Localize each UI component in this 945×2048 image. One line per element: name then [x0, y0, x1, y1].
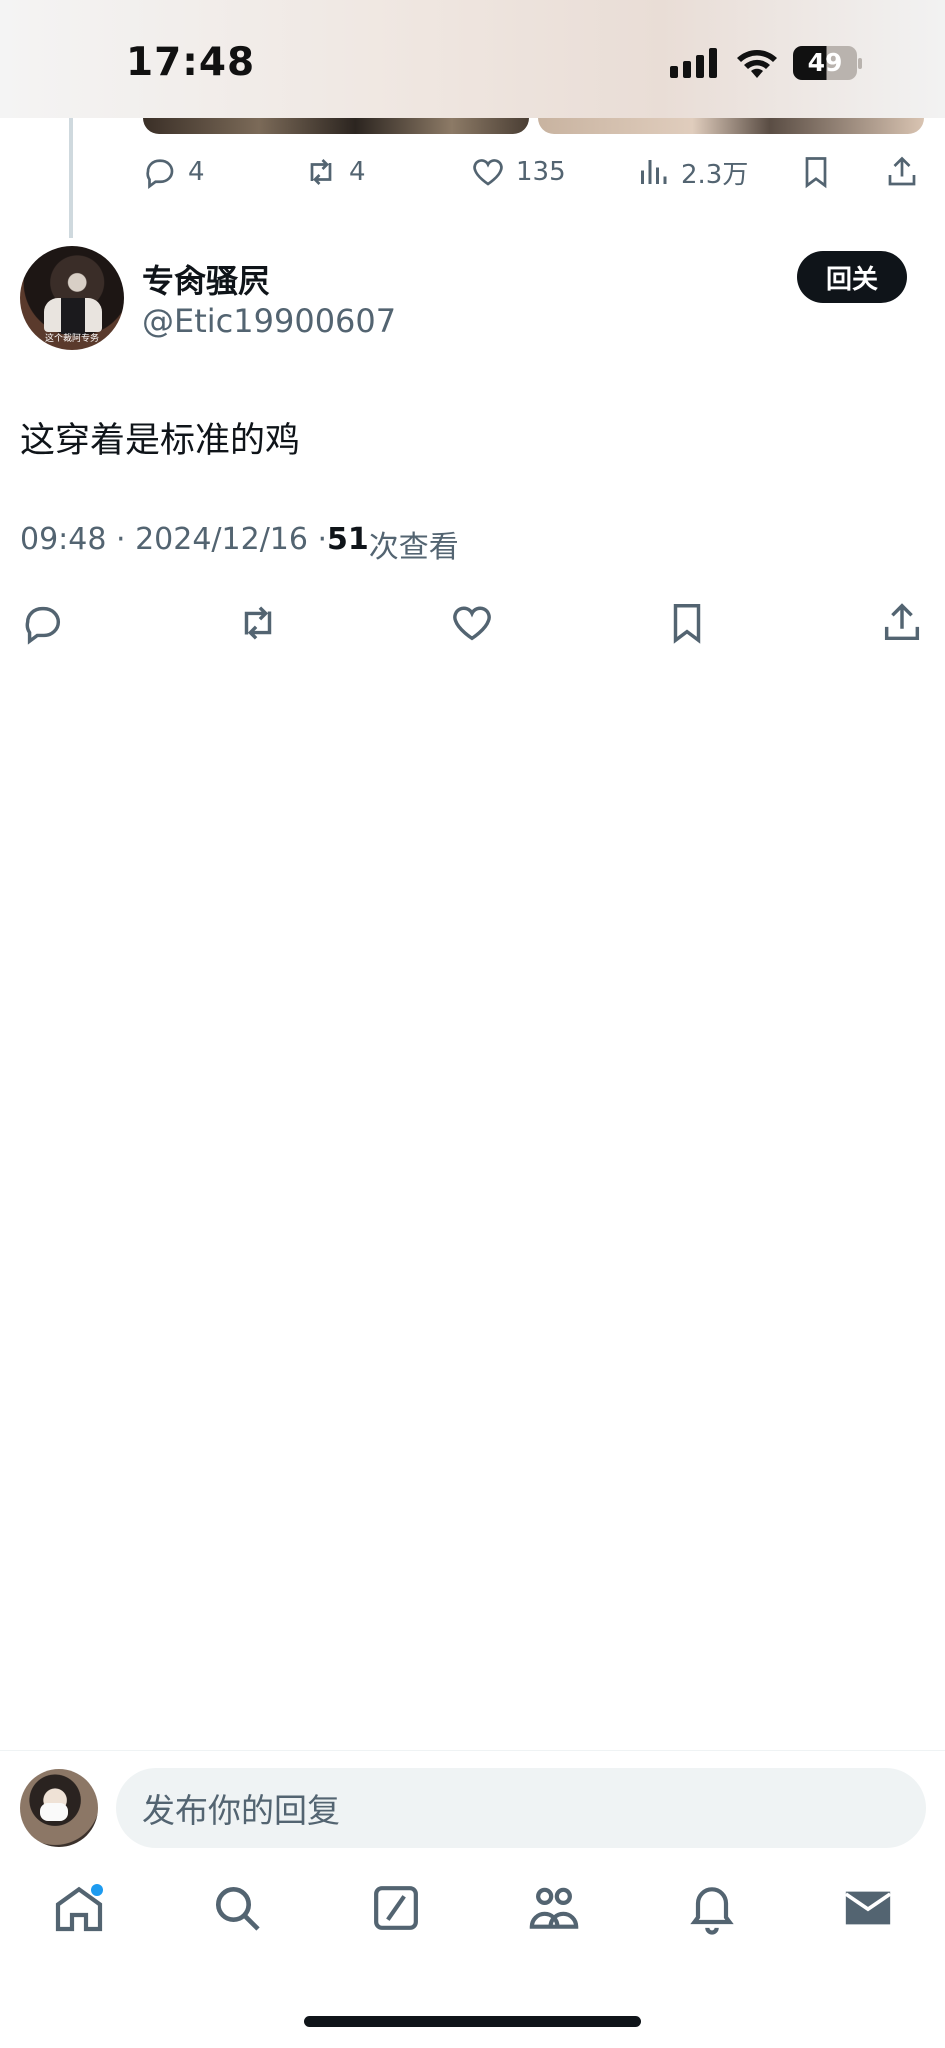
tweet-meta: 09:48 · 2024/12/16 · 51 次查看	[20, 522, 459, 566]
heart-icon	[473, 159, 503, 186]
home-indicator[interactable]	[304, 2016, 641, 2027]
grok-icon	[374, 1886, 418, 1930]
current-user-avatar[interactable]	[20, 1769, 98, 1847]
previous-reply-count: 4	[188, 157, 205, 187]
communities-icon	[529, 1887, 579, 1929]
author-avatar[interactable]: 这个裁阿专务	[20, 246, 124, 350]
retweet-button[interactable]	[235, 600, 281, 646]
nav-messages[interactable]	[840, 1880, 896, 1936]
author-handle[interactable]: @Etic19900607	[142, 302, 396, 340]
follow-back-button[interactable]: 回关	[797, 251, 907, 303]
battery-level: 49	[807, 48, 843, 77]
tweet-text: 这穿着是标准的鸡	[20, 421, 301, 461]
previous-like-button[interactable]: 135	[470, 150, 566, 194]
share-icon	[888, 156, 916, 186]
author-name[interactable]: 专肏骚屄	[142, 256, 270, 302]
previous-views-count: 2.3万	[681, 159, 749, 190]
reply-icon	[25, 606, 60, 645]
bell-icon	[690, 1887, 734, 1935]
heart-icon	[453, 606, 491, 641]
tweet-timestamp[interactable]: 09:48 · 2024/12/16 ·	[20, 522, 327, 566]
reply-icon	[146, 159, 174, 189]
previous-tweet-media-2[interactable]	[538, 118, 924, 134]
previous-tweet-media-1[interactable]	[143, 118, 529, 134]
previous-retweet-count: 4	[349, 157, 366, 187]
analytics-icon	[641, 160, 667, 184]
bookmark-icon	[673, 604, 701, 644]
retweet-icon	[310, 159, 332, 185]
nav-communities[interactable]	[526, 1880, 582, 1936]
status-bar: 17:48 49	[0, 0, 945, 118]
composer-divider	[0, 1750, 945, 1751]
share-button[interactable]	[879, 600, 925, 646]
previous-share-button[interactable]	[884, 150, 920, 194]
like-button[interactable]	[449, 600, 495, 646]
envelope-icon	[844, 1891, 892, 1925]
battery-indicator: 49	[793, 46, 862, 80]
tweet-view-label: 次查看	[368, 530, 459, 565]
reply-placeholder: 发布你的回复	[142, 1791, 340, 1830]
previous-views-button[interactable]: 2.3万	[635, 150, 748, 194]
nav-notifications[interactable]	[684, 1880, 740, 1936]
home-notification-dot	[91, 1884, 103, 1896]
reply-button[interactable]	[20, 600, 66, 646]
share-icon	[884, 603, 920, 641]
previous-tweet-actions: 4 4 135 2.3万	[0, 150, 945, 194]
cellular-signal-icon	[670, 48, 717, 78]
reply-input[interactable]: 发布你的回复	[116, 1768, 926, 1848]
previous-reply-button[interactable]: 4	[142, 150, 205, 194]
retweet-icon	[244, 606, 272, 640]
previous-retweet-button[interactable]: 4	[303, 150, 366, 194]
avatar-caption: 这个裁阿专务	[44, 334, 99, 344]
previous-like-count: 135	[516, 157, 566, 187]
bottom-nav	[0, 1880, 945, 1960]
status-time: 17:48	[126, 40, 256, 85]
search-icon	[216, 1887, 260, 1931]
nav-search[interactable]	[209, 1880, 265, 1936]
tweet-view-count: 51	[327, 522, 369, 557]
wifi-icon	[737, 50, 777, 78]
nav-grok[interactable]	[368, 1880, 424, 1936]
bookmark-icon	[805, 157, 827, 189]
previous-bookmark-button[interactable]	[798, 150, 834, 194]
bookmark-button[interactable]	[664, 600, 710, 646]
tweet-actions	[0, 600, 945, 648]
